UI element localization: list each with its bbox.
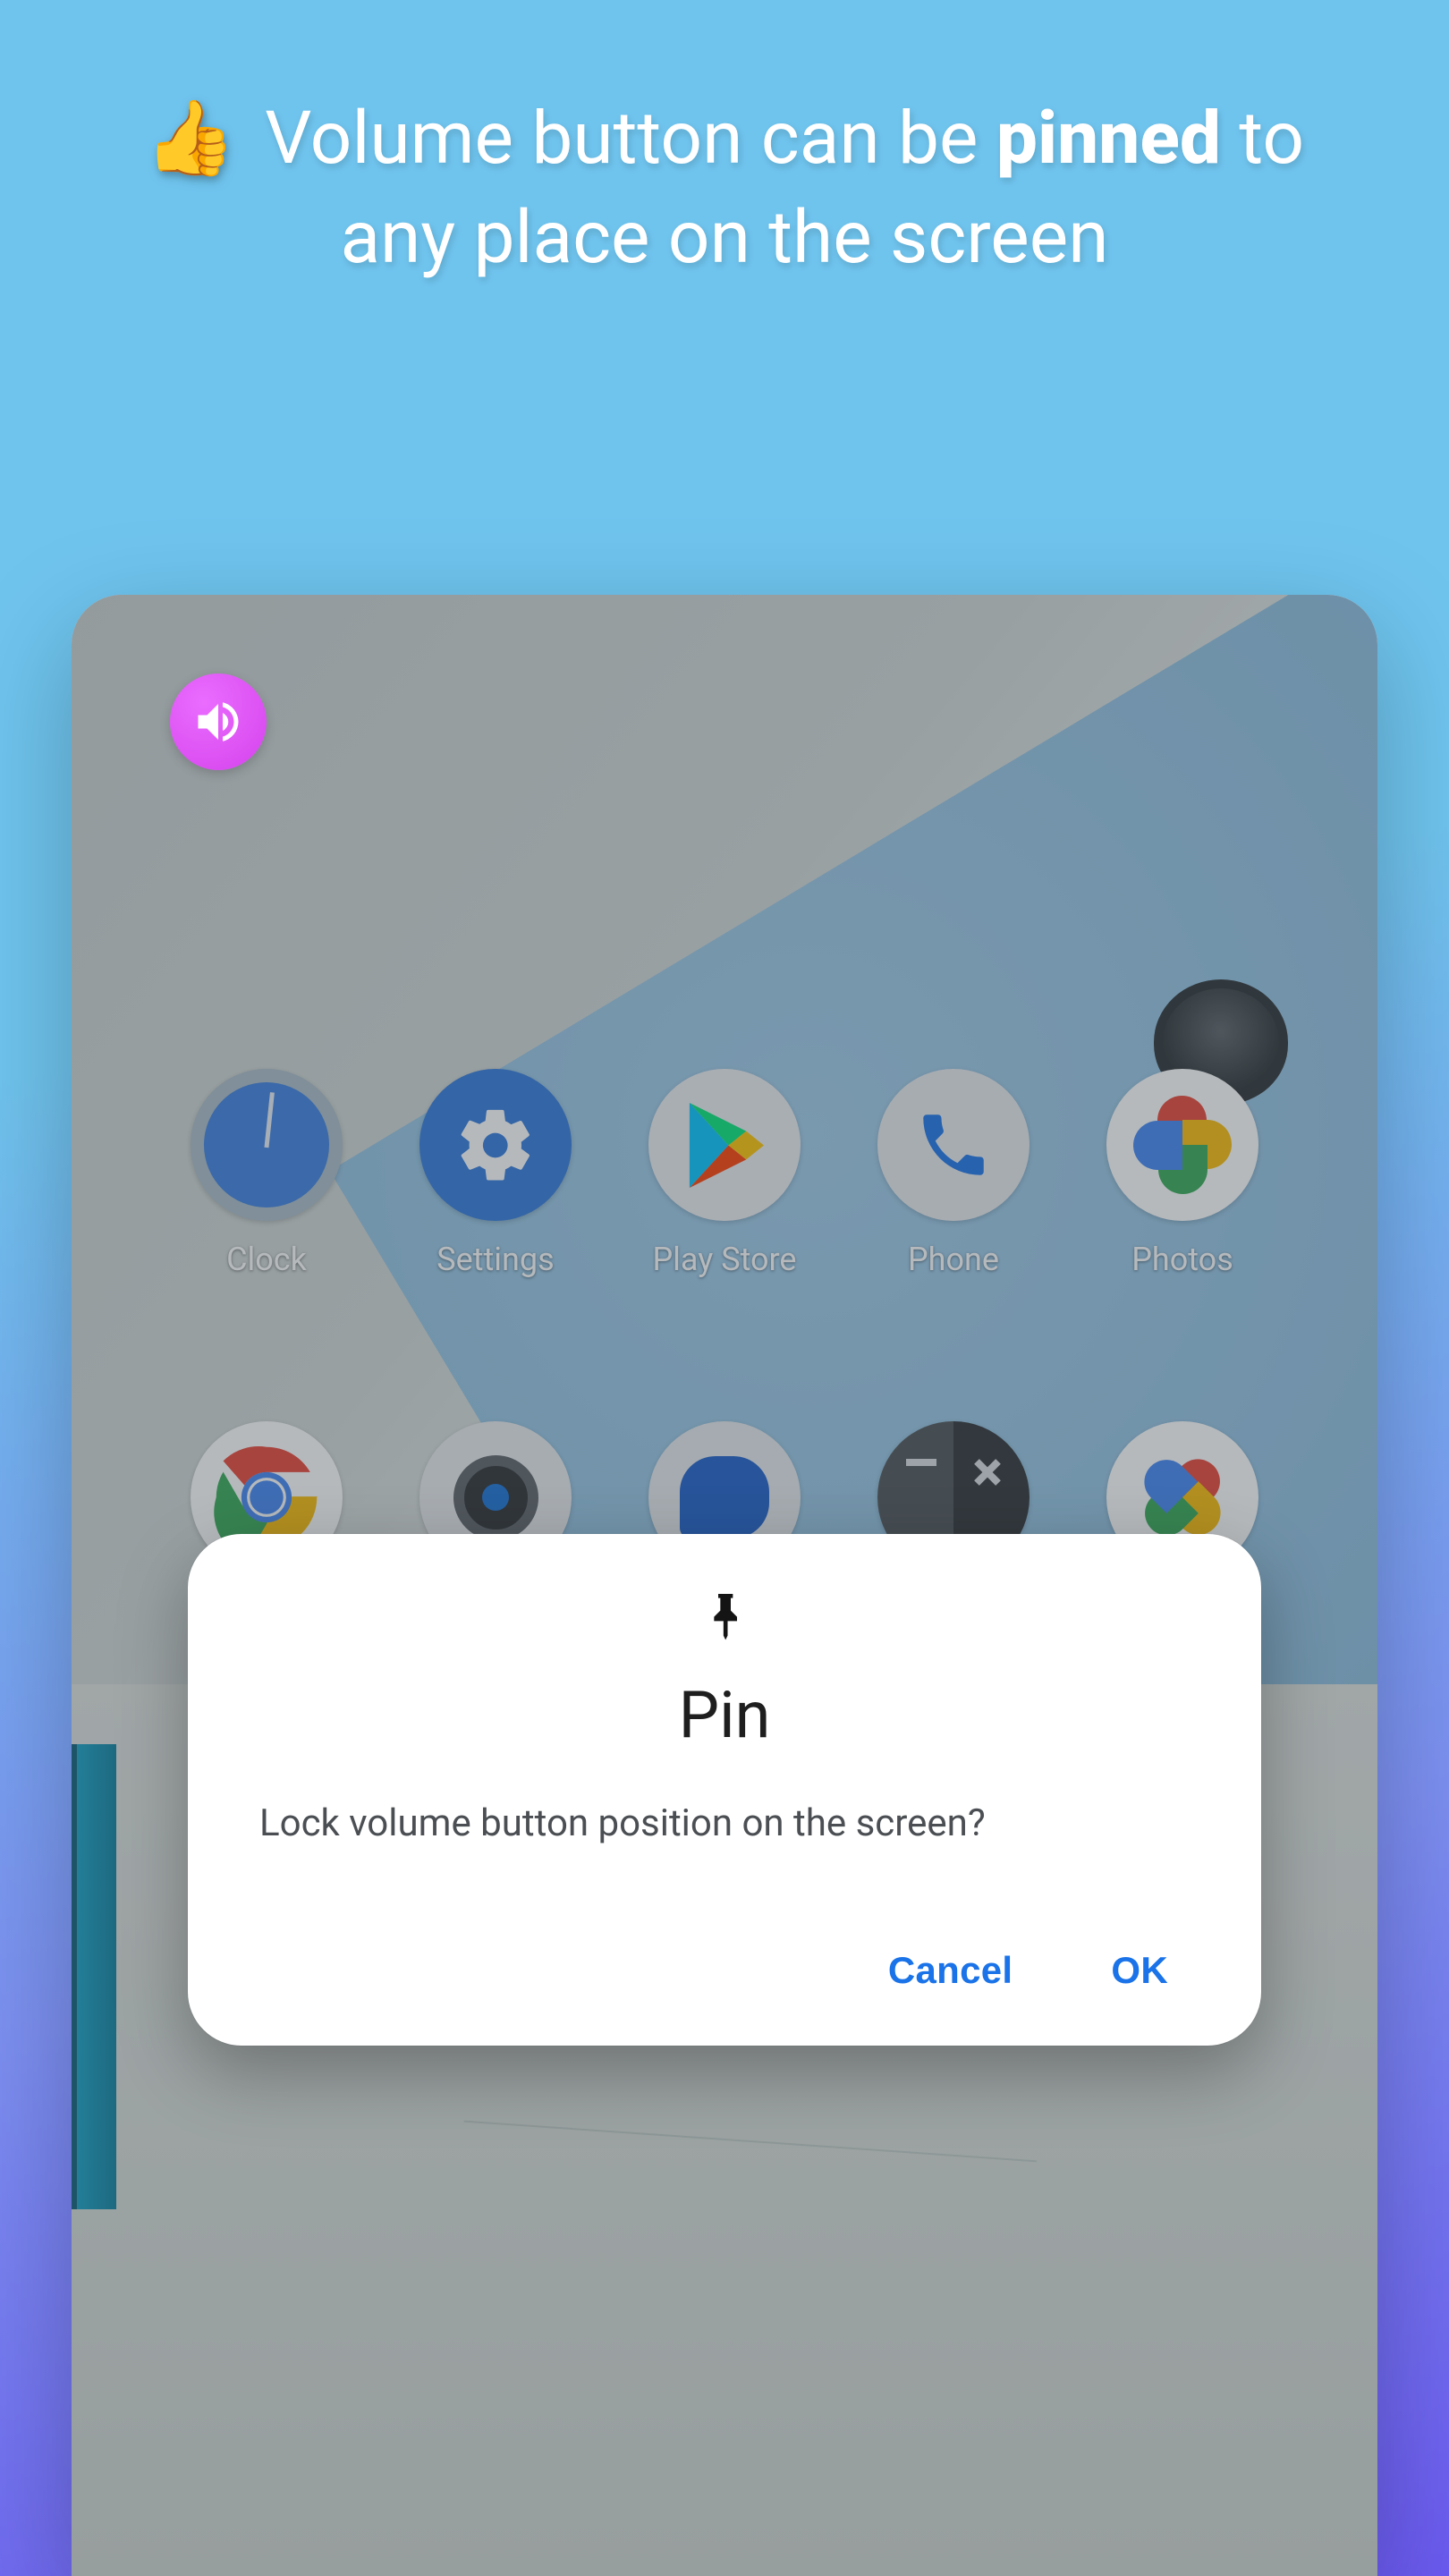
speaker-icon [191, 695, 245, 749]
cancel-button[interactable]: Cancel [888, 1949, 1013, 1992]
dialog-actions: Cancel OK [259, 1949, 1190, 2001]
dialog-body: Lock volume button position on the scree… [259, 1798, 1190, 1851]
floating-volume-button[interactable] [170, 674, 267, 770]
hero-caption: 👍 Volume button can be pinned to any pla… [0, 0, 1449, 287]
dialog-title: Pin [259, 1677, 1190, 1753]
pin-icon [259, 1588, 1190, 1650]
ok-button[interactable]: OK [1111, 1949, 1168, 1992]
phone-frame: Clock Settings Play Store Phon [72, 595, 1377, 2576]
thumbs-up-icon: 👍 [145, 89, 236, 189]
pin-dialog: Pin Lock volume button position on the s… [188, 1534, 1261, 2046]
